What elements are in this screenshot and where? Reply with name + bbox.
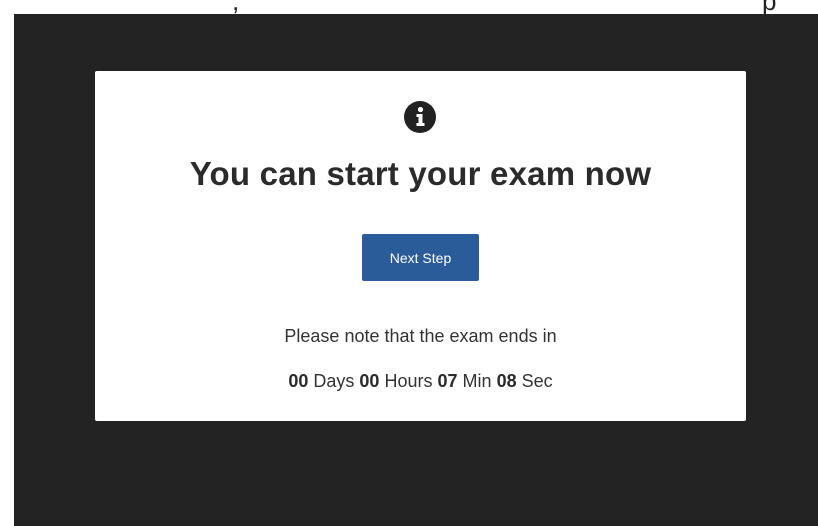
cropped-text-right: p: [762, 0, 776, 14]
hours-unit: Hours: [384, 371, 433, 391]
top-text-strip: , p: [0, 0, 818, 14]
exam-end-notice: Please note that the exam ends in: [284, 326, 557, 346]
info-circle-icon: [404, 101, 436, 133]
minutes-value: 07: [437, 371, 458, 391]
seconds-value: 08: [496, 371, 517, 391]
modal-title: You can start your exam now: [189, 155, 652, 192]
days-unit: Days: [313, 371, 355, 391]
next-step-button[interactable]: Next Step: [362, 234, 479, 281]
seconds-unit: Sec: [521, 371, 553, 391]
minutes-unit: Min: [462, 371, 492, 391]
days-value: 00: [288, 371, 309, 391]
exam-start-modal: You can start your exam now Next Step Pl…: [95, 71, 746, 421]
hours-value: 00: [359, 371, 380, 391]
cropped-text: ,: [232, 0, 239, 14]
countdown-timer: 00 Days 00 Hours 07 Min 08 Sec: [95, 371, 746, 392]
